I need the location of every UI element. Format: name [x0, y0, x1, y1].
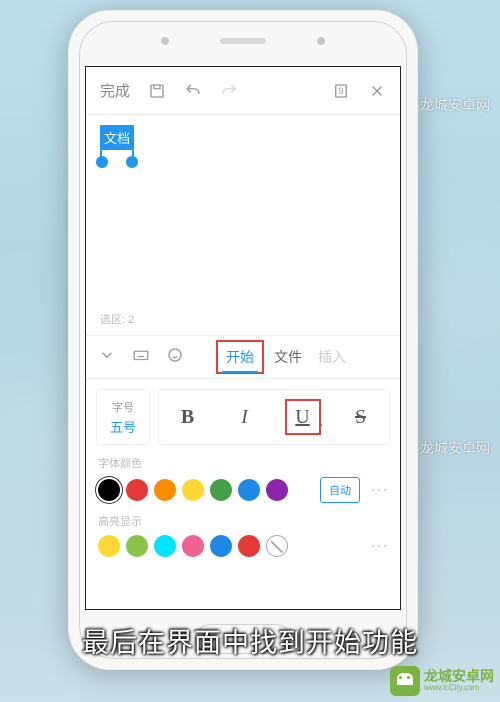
phone-camera	[317, 37, 325, 45]
font-style-bar: B I U S	[158, 389, 390, 445]
color-swatch-red[interactable]	[126, 479, 148, 501]
font-size-selector[interactable]: 字号 五号	[96, 389, 150, 445]
font-color-label: 字体颜色	[98, 455, 390, 471]
phone-mockup: 完成 9 文档 选区: 2 开始 文件 插入 字号 五号 B I U S 字体颜…	[68, 10, 418, 670]
color-swatch-blue[interactable]	[238, 479, 260, 501]
color-swatch-orange[interactable]	[154, 479, 176, 501]
highlight-color-row: ⋯	[96, 535, 390, 557]
color-swatch-yellow[interactable]	[182, 479, 204, 501]
hl-swatch-red[interactable]	[238, 535, 260, 557]
more-colors-icon[interactable]: ⋯	[370, 480, 388, 501]
save-icon[interactable]	[148, 82, 166, 100]
redo-icon[interactable]	[220, 82, 238, 100]
font-size-label: 字号	[112, 399, 134, 415]
hl-swatch-green[interactable]	[126, 535, 148, 557]
font-size-value: 五号	[110, 417, 136, 436]
bold-button[interactable]: B	[171, 399, 205, 435]
phone-sensor	[161, 37, 169, 45]
no-highlight-icon[interactable]	[266, 535, 288, 557]
color-swatch-green[interactable]	[210, 479, 232, 501]
hl-swatch-yellow[interactable]	[98, 535, 120, 557]
document-canvas[interactable]: 文档 选区: 2	[86, 115, 400, 335]
hl-swatch-blue[interactable]	[210, 535, 232, 557]
tab-file[interactable]: 文件	[268, 340, 308, 374]
more-highlight-icon[interactable]: ⋯	[370, 536, 388, 557]
keyboard-icon[interactable]	[126, 346, 156, 369]
strikethrough-button[interactable]: S	[344, 399, 378, 435]
selection-info: 选区: 2	[100, 311, 134, 327]
ribbon-tabbar: 开始 文件 插入	[86, 335, 400, 379]
hl-swatch-pink[interactable]	[182, 535, 204, 557]
selected-text[interactable]: 文档	[100, 125, 134, 150]
app-screen: 完成 9 文档 选区: 2 开始 文件 插入 字号 五号 B I U S 字体颜…	[85, 66, 401, 610]
undo-icon[interactable]	[184, 82, 202, 100]
emoji-icon[interactable]	[160, 346, 190, 369]
font-color-row: 自动 ⋯	[96, 477, 390, 503]
color-swatch-purple[interactable]	[266, 479, 288, 501]
home-button[interactable]	[195, 624, 291, 654]
auto-color-button[interactable]: 自动	[320, 477, 360, 503]
tab-start[interactable]: 开始	[216, 340, 264, 374]
collapse-icon[interactable]	[92, 346, 122, 369]
format-panel: 字号 五号 B I U S 字体颜色 自动 ⋯ 高亮显示 ⋯	[86, 379, 400, 567]
highlight-label: 高亮显示	[98, 513, 390, 529]
underline-button[interactable]: U	[285, 399, 321, 435]
color-swatch-black[interactable]	[98, 479, 120, 501]
done-button[interactable]: 完成	[100, 80, 130, 101]
close-icon[interactable]	[368, 82, 386, 100]
italic-button[interactable]: I	[228, 399, 262, 435]
page-count-icon[interactable]: 9	[332, 82, 350, 100]
phone-speaker	[220, 38, 266, 44]
tab-insert[interactable]: 插入	[312, 340, 352, 374]
hl-swatch-cyan[interactable]	[154, 535, 176, 557]
top-toolbar: 完成 9	[86, 67, 400, 115]
